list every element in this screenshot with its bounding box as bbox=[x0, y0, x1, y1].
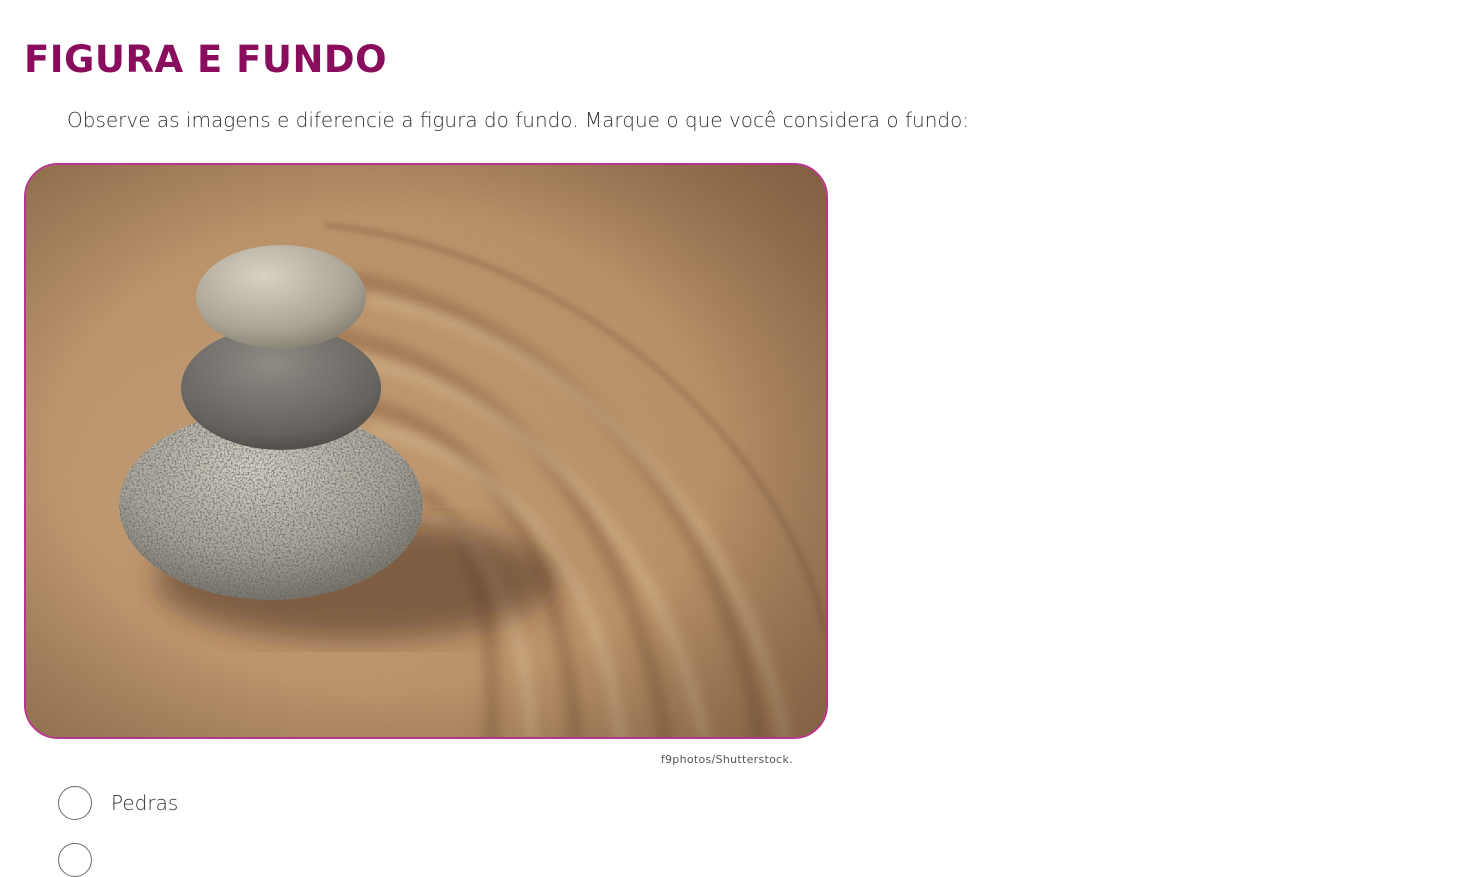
image-credit: f9photos/Shutterstock. bbox=[660, 753, 793, 766]
option-label: Pedras bbox=[111, 791, 179, 815]
zen-stones-photo bbox=[24, 163, 828, 739]
radio-button[interactable] bbox=[58, 843, 92, 877]
option-pedras[interactable]: Pedras bbox=[58, 786, 178, 820]
radio-button[interactable] bbox=[58, 786, 92, 820]
instruction-text: Observe as imagens e diferencie a figura… bbox=[67, 108, 970, 132]
option-second[interactable] bbox=[58, 843, 111, 877]
page-title: FIGURA E FUNDO bbox=[24, 38, 388, 81]
